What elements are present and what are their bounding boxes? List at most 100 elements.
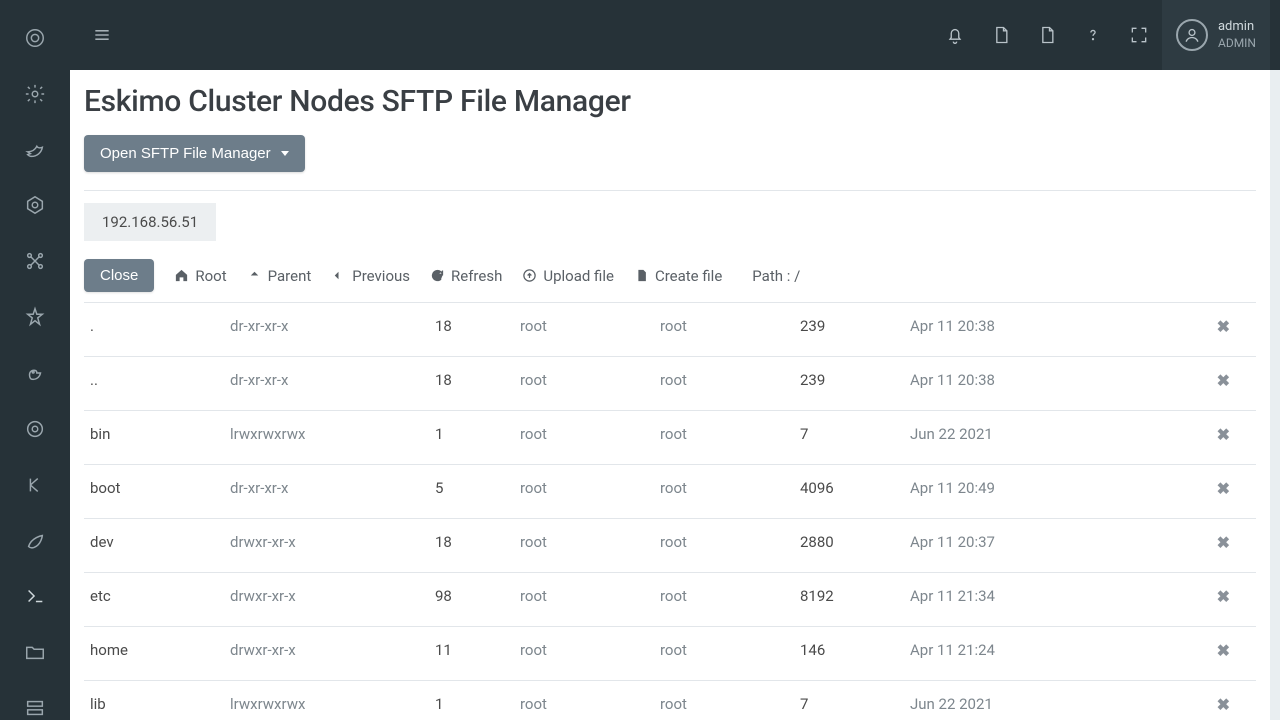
close-button[interactable]: Close — [84, 259, 154, 292]
file-size: 4096 — [794, 465, 904, 519]
file-date: Apr 11 20:37 — [904, 519, 1156, 573]
file-delete[interactable]: ✖ — [1156, 519, 1256, 573]
file-size: 239 — [794, 357, 904, 411]
sidebar-item-kube-icon[interactable] — [23, 194, 47, 218]
delete-icon[interactable]: ✖ — [1217, 641, 1230, 660]
file-group: root — [654, 627, 794, 681]
file-links: 18 — [429, 357, 514, 411]
file-delete[interactable]: ✖ — [1156, 681, 1256, 720]
delete-icon[interactable]: ✖ — [1217, 587, 1230, 606]
divider — [84, 190, 1256, 191]
delete-icon[interactable]: ✖ — [1217, 533, 1230, 552]
file-name: . — [84, 303, 224, 357]
file-name: boot — [84, 465, 224, 519]
file-links: 18 — [429, 303, 514, 357]
file-owner: root — [514, 519, 654, 573]
table-row[interactable]: liblrwxrwxrwx1rootroot7Jun 22 2021✖ — [84, 681, 1256, 720]
fm-toolbar: Close Root Parent Previous Refresh — [84, 259, 1256, 303]
table-row[interactable]: devdrwxr-xr-x18rootroot2880Apr 11 20:37✖ — [84, 519, 1256, 573]
table-row[interactable]: ..dr-xr-xr-x18rootroot239Apr 11 20:38✖ — [84, 357, 1256, 411]
file-size: 146 — [794, 627, 904, 681]
help-icon[interactable] — [1070, 12, 1116, 58]
bell-icon[interactable] — [932, 12, 978, 58]
file-delete[interactable]: ✖ — [1156, 411, 1256, 465]
file-icon[interactable] — [978, 12, 1024, 58]
file-name: bin — [84, 411, 224, 465]
table-row[interactable]: binlrwxrwxrwx1rootroot7Jun 22 2021✖ — [84, 411, 1256, 465]
file-date: Jun 22 2021 — [904, 411, 1156, 465]
file-size: 7 — [794, 411, 904, 465]
file-size: 239 — [794, 303, 904, 357]
host-tab[interactable]: 192.168.56.51 — [84, 203, 216, 241]
file-size: 2880 — [794, 519, 904, 573]
file-perm: dr-xr-xr-x — [224, 465, 429, 519]
menu-toggle-icon[interactable] — [82, 15, 122, 55]
file-perm: dr-xr-xr-x — [224, 303, 429, 357]
table-row[interactable]: .dr-xr-xr-x18rootroot239Apr 11 20:38✖ — [84, 303, 1256, 357]
header: admin ADMIN — [70, 0, 1280, 70]
sidebar-item-folder-icon[interactable] — [23, 640, 47, 664]
table-row[interactable]: etcdrwxr-xr-x98rootroot8192Apr 11 21:34✖ — [84, 573, 1256, 627]
file-name: dev — [84, 519, 224, 573]
user-menu[interactable]: admin ADMIN — [1162, 0, 1270, 70]
refresh-icon — [430, 268, 445, 283]
sidebar-item-leaf-icon[interactable] — [23, 529, 47, 553]
file-perm: drwxr-xr-x — [224, 627, 429, 681]
open-sftp-button[interactable]: Open SFTP File Manager — [84, 135, 305, 172]
file-owner: root — [514, 681, 654, 720]
file-group: root — [654, 465, 794, 519]
file-date: Apr 11 20:38 — [904, 303, 1156, 357]
file-delete[interactable]: ✖ — [1156, 627, 1256, 681]
logo-icon[interactable] — [23, 26, 47, 50]
file-group: root — [654, 519, 794, 573]
avatar-icon — [1176, 19, 1208, 51]
refresh-link[interactable]: Refresh — [430, 267, 502, 285]
file-owner: root — [514, 465, 654, 519]
root-link[interactable]: Root — [174, 267, 226, 285]
create-link[interactable]: Create file — [634, 267, 722, 285]
sidebar — [0, 0, 70, 720]
sidebar-item-gear-icon[interactable] — [23, 82, 47, 106]
file2-icon[interactable] — [1024, 12, 1070, 58]
sidebar-item-graph-icon[interactable] — [23, 249, 47, 273]
file-perm: lrwxrwxrwx — [224, 681, 429, 720]
upload-link[interactable]: Upload file — [522, 267, 614, 285]
delete-icon[interactable]: ✖ — [1217, 695, 1230, 714]
file-delete[interactable]: ✖ — [1156, 573, 1256, 627]
file-links: 98 — [429, 573, 514, 627]
file-delete[interactable]: ✖ — [1156, 465, 1256, 519]
sidebar-item-target-icon[interactable] — [23, 417, 47, 441]
file-date: Apr 11 20:49 — [904, 465, 1156, 519]
file-perm: drwxr-xr-x — [224, 519, 429, 573]
file-links: 1 — [429, 411, 514, 465]
file-perm: drwxr-xr-x — [224, 573, 429, 627]
sidebar-item-server-icon[interactable] — [23, 696, 47, 720]
sidebar-item-terminal-icon[interactable] — [23, 584, 47, 608]
file-links: 1 — [429, 681, 514, 720]
delete-icon[interactable]: ✖ — [1217, 479, 1230, 498]
previous-link[interactable]: Previous — [331, 267, 410, 285]
file-name: lib — [84, 681, 224, 720]
upload-icon — [522, 268, 537, 283]
sidebar-item-star-icon[interactable] — [23, 305, 47, 329]
delete-icon[interactable]: ✖ — [1217, 317, 1230, 336]
parent-link[interactable]: Parent — [247, 267, 312, 285]
file-owner: root — [514, 357, 654, 411]
file-perm: dr-xr-xr-x — [224, 357, 429, 411]
file-delete[interactable]: ✖ — [1156, 357, 1256, 411]
table-row[interactable]: homedrwxr-xr-x11rootroot146Apr 11 21:24✖ — [84, 627, 1256, 681]
delete-icon[interactable]: ✖ — [1217, 425, 1230, 444]
file-owner: root — [514, 411, 654, 465]
file-links: 18 — [429, 519, 514, 573]
table-row[interactable]: bootdr-xr-xr-x5rootroot4096Apr 11 20:49✖ — [84, 465, 1256, 519]
sidebar-item-bird-icon[interactable] — [23, 138, 47, 162]
file-delete[interactable]: ✖ — [1156, 303, 1256, 357]
user-role: ADMIN — [1218, 36, 1256, 51]
file-group: root — [654, 681, 794, 720]
file-perm: lrwxrwxrwx — [224, 411, 429, 465]
sidebar-item-k-icon[interactable] — [23, 473, 47, 497]
file-links: 11 — [429, 627, 514, 681]
delete-icon[interactable]: ✖ — [1217, 371, 1230, 390]
fullscreen-icon[interactable] — [1116, 12, 1162, 58]
sidebar-item-duck-icon[interactable] — [23, 361, 47, 385]
